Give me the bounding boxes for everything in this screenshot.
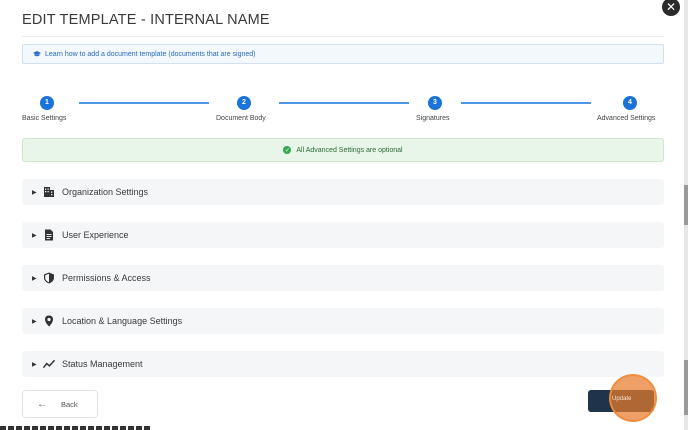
close-icon[interactable]: ✕ bbox=[662, 0, 680, 16]
arrow-left-icon: ← bbox=[37, 398, 47, 410]
graduation-cap-icon bbox=[33, 51, 41, 57]
stepper: 1 2 3 4 Basic Settings Document Body Sig… bbox=[0, 92, 688, 132]
window-edge bbox=[684, 0, 688, 430]
edit-template-modal: EDIT TEMPLATE - INTERNAL NAME ✕ Learn ho… bbox=[0, 0, 688, 430]
section-permissions-access[interactable]: ▶ Permissions & Access bbox=[22, 265, 664, 291]
scrollbar-thumb[interactable] bbox=[684, 185, 688, 225]
caret-right-icon: ▶ bbox=[32, 232, 37, 239]
section-user-experience[interactable]: ▶ User Experience bbox=[22, 222, 664, 248]
step-connector bbox=[461, 102, 591, 104]
back-button[interactable]: ← Back bbox=[22, 390, 98, 418]
step-3-label: Signatures bbox=[416, 115, 450, 122]
step-2-circle[interactable]: 2 bbox=[237, 96, 251, 110]
title-divider bbox=[22, 36, 664, 37]
check-circle-icon: ✓ bbox=[283, 146, 292, 154]
trend-line-icon bbox=[43, 358, 55, 370]
success-banner-text: All Advanced Settings are optional bbox=[296, 146, 403, 154]
section-status-management[interactable]: ▶ Status Management bbox=[22, 351, 664, 377]
taskbar-fragment bbox=[0, 426, 150, 430]
scrollbar-thumb[interactable] bbox=[684, 360, 688, 415]
info-banner[interactable]: Learn how to add a document template (do… bbox=[22, 44, 664, 64]
step-4-label: Advanced Settings bbox=[597, 115, 656, 122]
caret-right-icon: ▶ bbox=[32, 361, 37, 368]
step-4-circle[interactable]: 4 bbox=[623, 96, 637, 110]
shield-icon bbox=[43, 272, 55, 284]
building-icon bbox=[43, 186, 55, 198]
caret-right-icon: ▶ bbox=[32, 275, 37, 282]
modal-title: EDIT TEMPLATE - INTERNAL NAME bbox=[22, 12, 270, 28]
section-label: Status Management bbox=[62, 359, 143, 369]
caret-right-icon: ▶ bbox=[32, 189, 37, 196]
info-banner-link[interactable]: Learn how to add a document template (do… bbox=[45, 51, 256, 58]
step-1-circle[interactable]: 1 bbox=[40, 96, 54, 110]
document-icon bbox=[43, 229, 55, 241]
section-organization-settings[interactable]: ▶ Organization Settings bbox=[22, 179, 664, 205]
step-connector bbox=[79, 102, 209, 104]
section-label: User Experience bbox=[62, 230, 129, 240]
back-button-label: Back bbox=[61, 399, 78, 409]
section-location-language[interactable]: ▶ Location & Language Settings bbox=[22, 308, 664, 334]
caret-right-icon: ▶ bbox=[32, 318, 37, 325]
section-label: Location & Language Settings bbox=[62, 316, 183, 326]
step-2-label: Document Body bbox=[216, 115, 266, 122]
step-connector bbox=[279, 102, 409, 104]
section-label: Organization Settings bbox=[62, 187, 149, 197]
update-button-label[interactable]: Update bbox=[612, 396, 631, 402]
step-1-label: Basic Settings bbox=[22, 115, 67, 122]
section-label: Permissions & Access bbox=[62, 273, 151, 283]
step-3-circle[interactable]: 3 bbox=[428, 96, 442, 110]
location-pin-icon bbox=[43, 315, 55, 327]
success-banner: ✓ All Advanced Settings are optional bbox=[22, 138, 664, 162]
